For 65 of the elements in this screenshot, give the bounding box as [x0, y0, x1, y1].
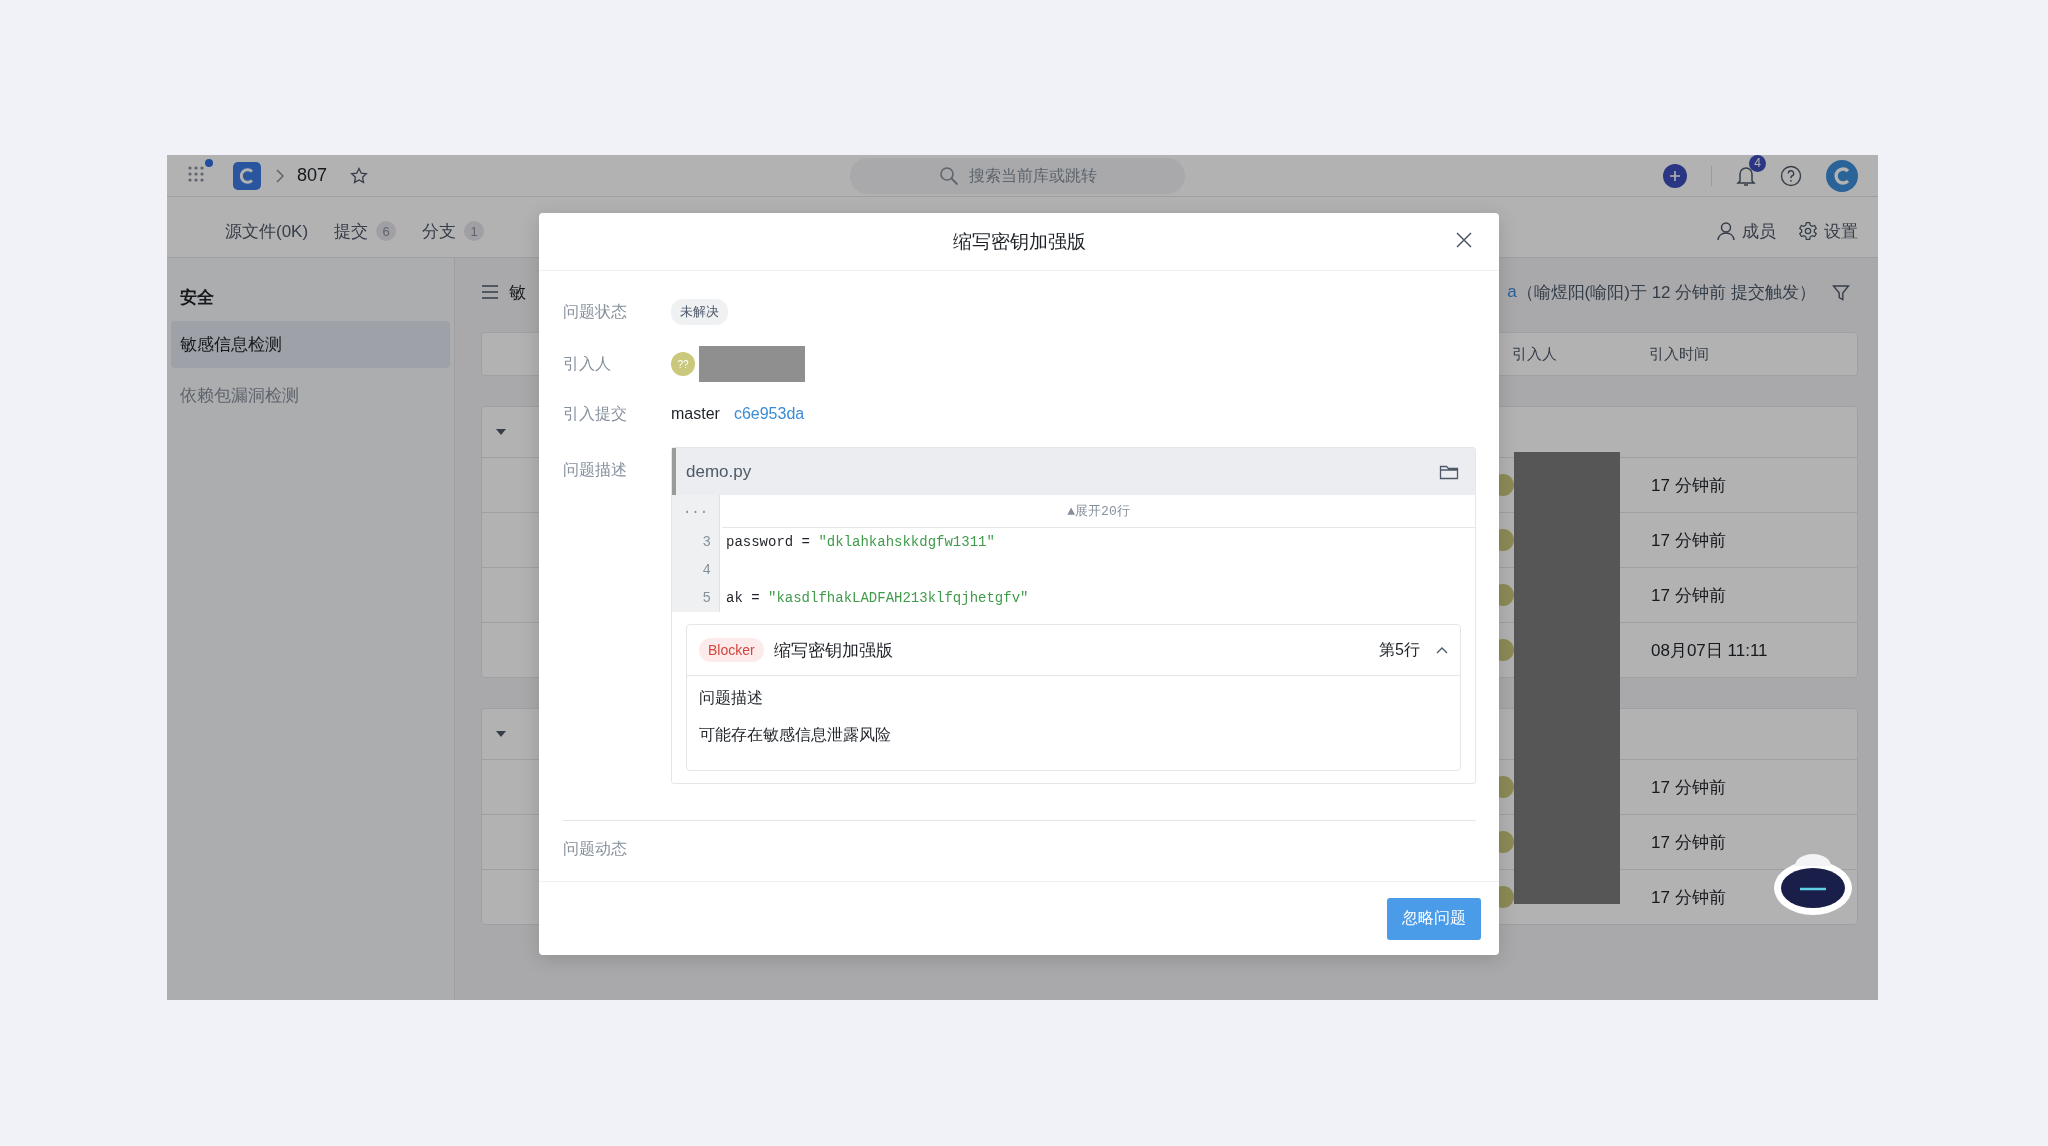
search-icon [938, 166, 959, 186]
line-gutter: ··· [672, 495, 720, 528]
chevron-up-icon[interactable] [1436, 646, 1448, 654]
table-cell-text: 17 分钟前 [1650, 831, 1727, 854]
sidebar-title: 安全 [180, 287, 215, 309]
menu-icon[interactable] [481, 285, 499, 299]
settings-link[interactable]: 设置 [1798, 219, 1858, 243]
commit-link[interactable]: c6e953da [733, 405, 805, 423]
count-badge: 1 [464, 221, 485, 241]
line-label: 第5行 [1379, 639, 1420, 660]
star-icon[interactable] [349, 165, 370, 186]
count-badge: 6 [376, 221, 397, 241]
code-line: ak = "kasdlfhakLADFAH213klfqjhetgfv" [725, 590, 1030, 606]
ignore-button[interactable]: 忽略问题 [1387, 897, 1481, 940]
section-heading: 问题描述 [699, 688, 764, 708]
file-name: demo.py [686, 461, 752, 482]
column-header: 引入时间 [1648, 344, 1710, 364]
issue-description: 可能存在敏感信息泄露风险 [699, 725, 892, 745]
robot-assistant-icon[interactable] [1773, 852, 1853, 916]
table-cell-text: 08月07日 11:11 [1650, 639, 1769, 662]
table-cell-text: 17 分钟前 [1650, 474, 1727, 497]
dialog-title: 缩写密钥加强版 [952, 229, 1086, 254]
code-line: password = "dklahkahskkdgfw1311" [725, 534, 996, 550]
field-label: 问题状态 [563, 301, 628, 322]
table-cell-text: 17 分钟前 [1650, 529, 1727, 552]
repo-name[interactable]: 807 [297, 165, 328, 186]
table-cell-text: 17 分钟前 [1650, 584, 1727, 607]
notification-count: 4 [1749, 155, 1766, 172]
section-heading: 问题动态 [563, 839, 628, 859]
field-label: 引入提交 [563, 403, 628, 424]
settings-icon [1798, 221, 1818, 241]
logo-icon[interactable] [233, 161, 261, 190]
tab[interactable]: 分支 1 [422, 219, 485, 243]
line-number: 4 [672, 556, 720, 584]
help-icon[interactable] [1780, 164, 1802, 187]
status-tag: 未解决 [671, 299, 728, 325]
field-label: 问题描述 [563, 460, 628, 480]
issue-title: 缩写密钥加强版 [773, 639, 893, 662]
close-icon[interactable] [1455, 231, 1473, 249]
apps-grid-icon[interactable] [187, 164, 205, 183]
column-header: 引入人 [1512, 344, 1558, 364]
expand-lines-button[interactable]: ▲展开20行 [722, 495, 1475, 528]
page-title: 敏 [509, 281, 526, 304]
tab[interactable]: 提交 6 [334, 219, 397, 243]
avatar[interactable] [1826, 159, 1858, 192]
notification-dot [205, 158, 213, 167]
plus-icon[interactable] [1663, 163, 1687, 188]
members-link[interactable]: 成员 [1716, 219, 1776, 243]
trigger-info: （喻煜阳(喻阳)于 12 分钟前 提交触发） [1516, 281, 1816, 304]
severity-tag: Blocker [699, 638, 764, 662]
line-number: 5 [672, 584, 720, 612]
bell-icon[interactable] [1736, 164, 1756, 187]
line-number: 3 [672, 528, 720, 556]
sidebar-item[interactable]: 依赖包漏洞检测 [171, 372, 450, 419]
user-icon [1716, 221, 1736, 241]
chevron-right-icon [275, 168, 285, 183]
field-label: 引入人 [563, 353, 612, 374]
branch-name: master [671, 405, 720, 423]
table-cell-text: 17 分钟前 [1650, 776, 1727, 799]
avatar: ?? [671, 352, 695, 376]
table-cell-text: 17 分钟前 [1650, 886, 1727, 909]
filter-icon[interactable] [1832, 284, 1850, 302]
sidebar-item[interactable]: 敏感信息检测 [171, 321, 450, 368]
commit-link[interactable]: a [1507, 282, 1517, 302]
tab[interactable]: 源文件(0K) [225, 219, 309, 243]
